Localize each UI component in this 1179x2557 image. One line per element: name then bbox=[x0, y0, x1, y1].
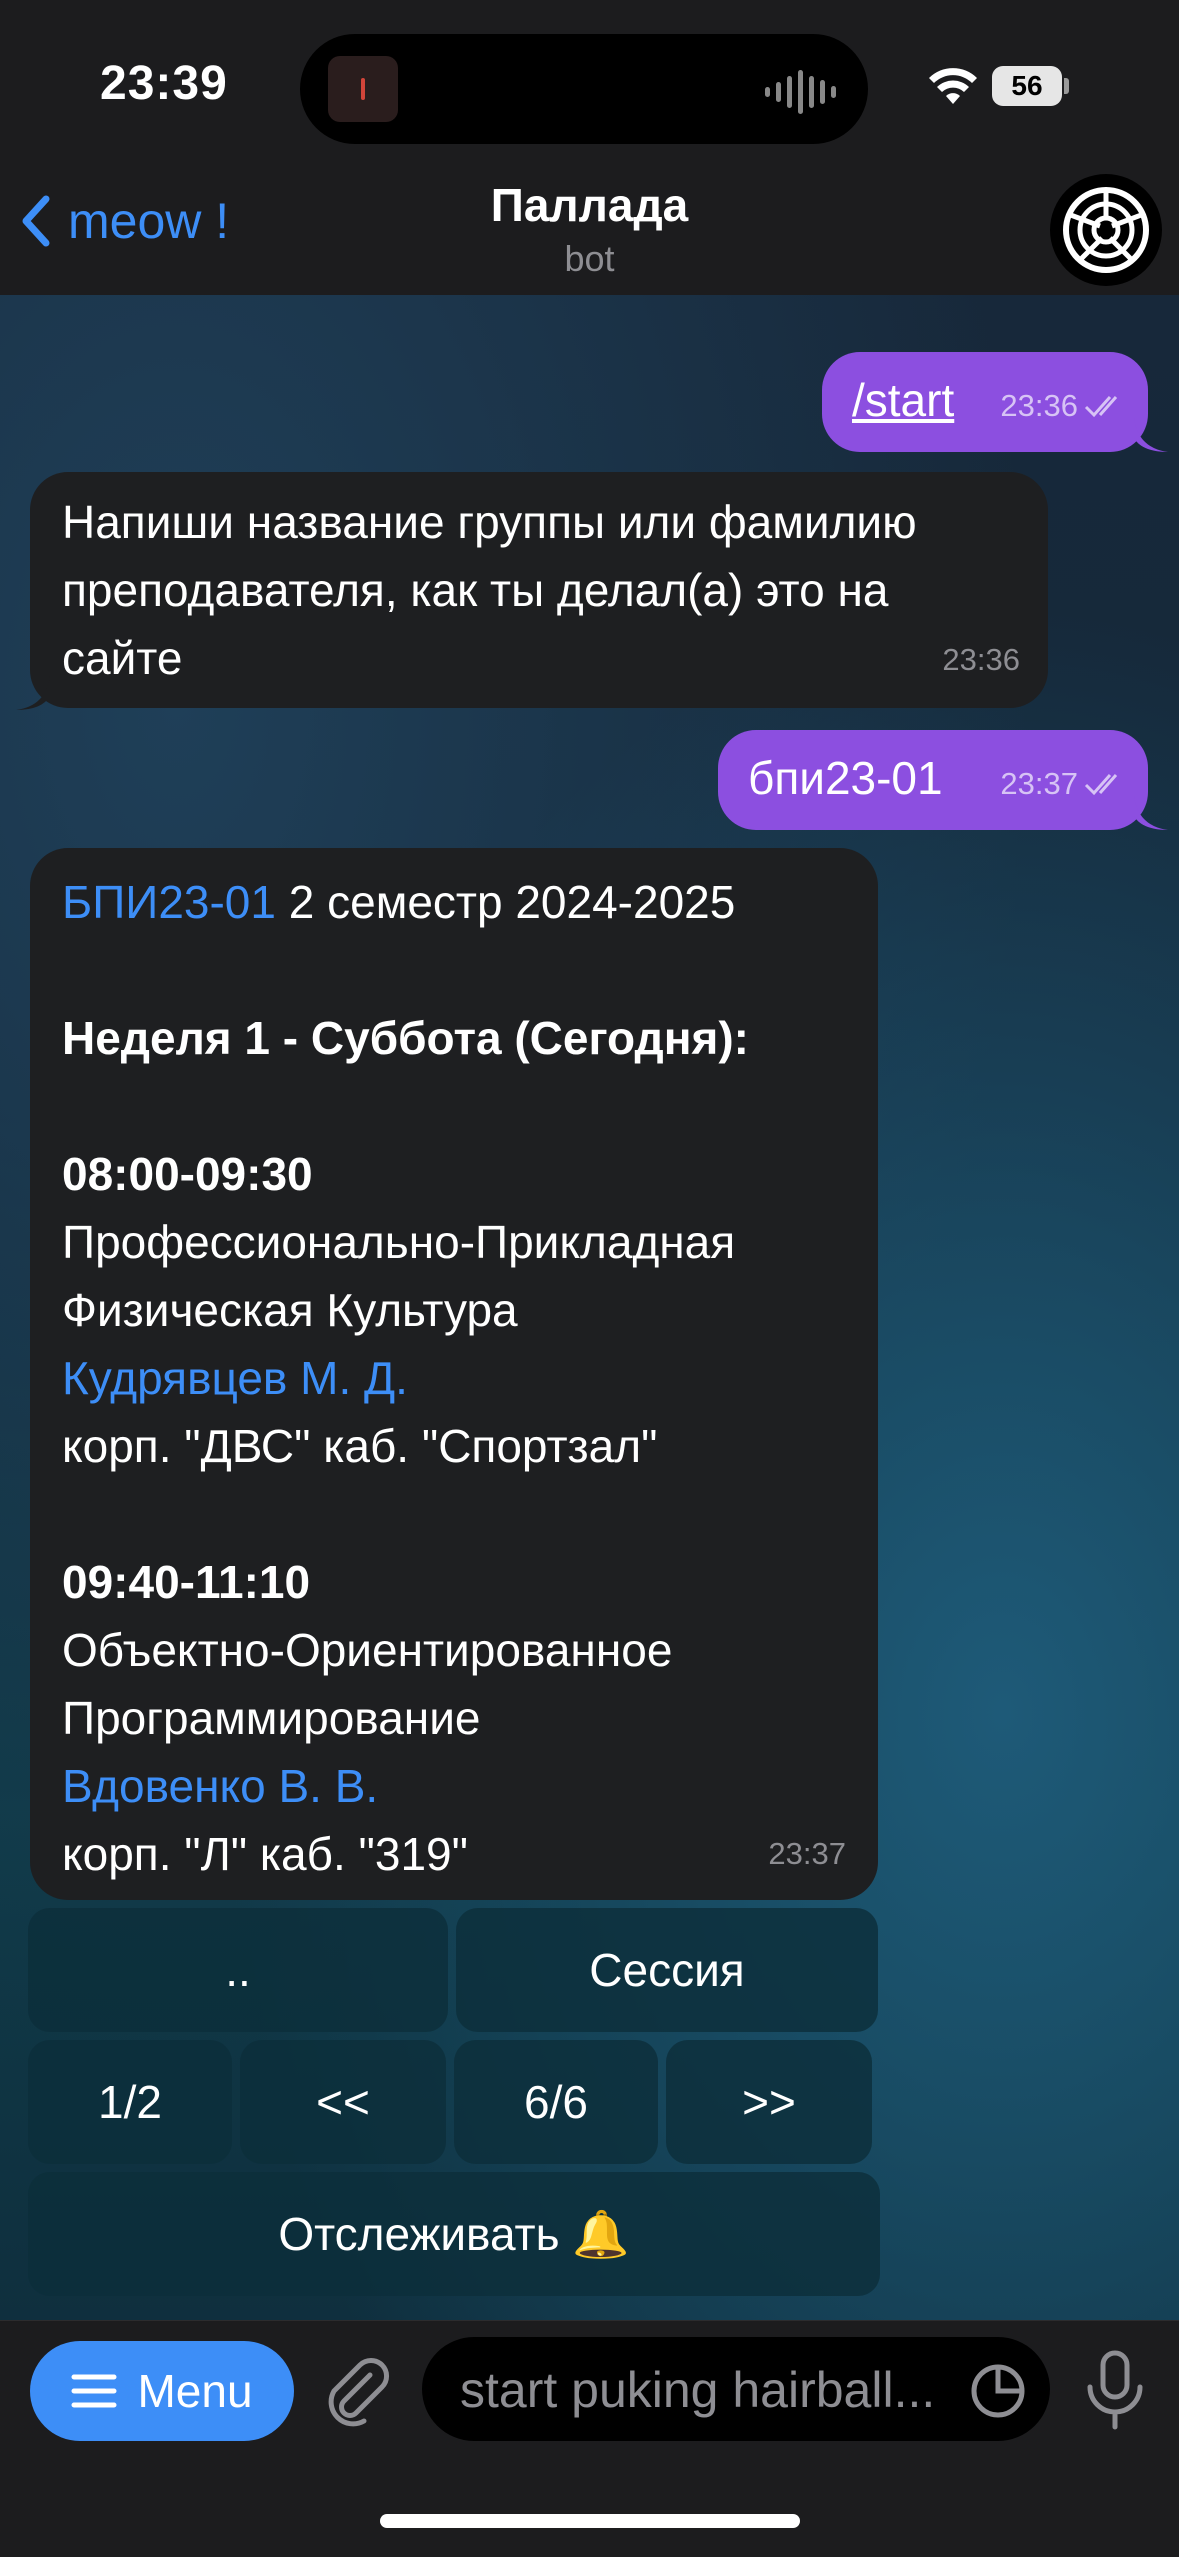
lesson-room: корп. "ДВС" каб. "Спортзал" bbox=[62, 1420, 658, 1472]
message-line: Напиши название группы или фамилию bbox=[62, 496, 917, 548]
audio-waveform-icon bbox=[765, 70, 836, 114]
outgoing-message[interactable]: /start 23:36 bbox=[822, 352, 1148, 452]
outgoing-message[interactable]: бпи23-01 23:37 bbox=[718, 730, 1148, 830]
chat-title[interactable]: Паллада bbox=[0, 178, 1179, 232]
kb-page-button[interactable]: 1/2 bbox=[28, 2040, 232, 2164]
message-time: 23:36 bbox=[942, 642, 1020, 677]
kb-track-button[interactable]: Отслеживать 🔔 bbox=[28, 2172, 880, 2296]
message-meta: 23:37 bbox=[1000, 750, 1128, 818]
message-line: сайте bbox=[62, 632, 183, 684]
message-input[interactable]: start puking hairball... bbox=[422, 2337, 1050, 2441]
kb-up-button[interactable]: .. bbox=[28, 1908, 448, 2032]
teacher-link[interactable]: Вдовенко В. В. bbox=[62, 1752, 749, 1820]
message-text: бпи23-01 bbox=[748, 752, 943, 804]
battery-indicator: 56 bbox=[992, 66, 1062, 106]
wifi-icon bbox=[929, 68, 977, 104]
menu-label: Menu bbox=[137, 2365, 253, 2417]
lesson-room: корп. "Л" каб. "319" bbox=[62, 1828, 468, 1880]
double-check-icon bbox=[1084, 396, 1118, 418]
microphone-icon[interactable] bbox=[1080, 2349, 1150, 2433]
dynamic-island[interactable] bbox=[300, 34, 868, 144]
status-time: 23:39 bbox=[100, 57, 228, 110]
lesson-subject: Объектно-Ориентированное bbox=[62, 1624, 673, 1676]
double-check-icon bbox=[1084, 774, 1118, 796]
lesson-subject: Профессионально-Прикладная bbox=[62, 1216, 736, 1268]
bubble-tail bbox=[1134, 418, 1168, 452]
status-bar: 23:39 56 bbox=[0, 0, 1179, 170]
group-link[interactable]: БПИ23-01 bbox=[62, 876, 276, 928]
sticker-icon[interactable] bbox=[970, 2363, 1026, 2419]
kb-prev-button[interactable]: << bbox=[240, 2040, 446, 2164]
message-input-placeholder: start puking hairball... bbox=[460, 2362, 936, 2418]
bot-logo-icon bbox=[1063, 187, 1149, 273]
message-time: 23:36 bbox=[1000, 388, 1078, 423]
battery-tip bbox=[1064, 78, 1069, 94]
schedule-message[interactable]: БПИ23-01 2 семестр 2024-2025 Неделя 1 - … bbox=[30, 848, 878, 1900]
message-meta: 23:37 bbox=[768, 1820, 846, 1888]
command-link[interactable]: /start bbox=[852, 366, 954, 434]
message-meta: 23:36 bbox=[1000, 372, 1128, 440]
message-time: 23:37 bbox=[1000, 766, 1078, 801]
bot-avatar[interactable] bbox=[1050, 174, 1162, 286]
bubble-tail bbox=[16, 676, 50, 710]
message-time: 23:37 bbox=[768, 1836, 846, 1871]
menu-button[interactable]: Menu bbox=[30, 2341, 294, 2441]
week-day-heading: Неделя 1 - Суббота (Сегодня): bbox=[62, 1012, 749, 1064]
chat-subtitle: bot bbox=[564, 238, 615, 279]
hamburger-icon bbox=[71, 2374, 117, 2408]
paperclip-icon[interactable] bbox=[318, 2351, 394, 2427]
home-indicator[interactable] bbox=[380, 2514, 800, 2528]
message-line: преподавателя, как ты делал(а) это на bbox=[62, 564, 889, 616]
semester-label: 2 семестр 2024-2025 bbox=[275, 876, 736, 928]
now-playing-artwork bbox=[328, 56, 398, 122]
message-meta: 23:36 bbox=[942, 626, 1020, 694]
lesson-subject: Физическая Культура bbox=[62, 1284, 518, 1336]
kb-session-button[interactable]: Сессия bbox=[456, 1908, 878, 2032]
chat-header: meow ! Паллада bot bbox=[0, 170, 1179, 296]
incoming-message[interactable]: Напиши название группы или фамилию препо… bbox=[30, 472, 1048, 708]
lesson-time: 09:40-11:10 bbox=[62, 1556, 311, 1608]
lesson-time: 08:00-09:30 bbox=[62, 1148, 313, 1200]
lesson-subject: Программирование bbox=[62, 1692, 481, 1744]
schedule-heading: БПИ23-01 2 семестр 2024-2025 bbox=[62, 868, 749, 936]
bubble-tail bbox=[1134, 796, 1168, 830]
kb-next-button[interactable]: >> bbox=[666, 2040, 872, 2164]
teacher-link[interactable]: Кудрявцев М. Д. bbox=[62, 1344, 749, 1412]
kb-week-button[interactable]: 6/6 bbox=[454, 2040, 658, 2164]
